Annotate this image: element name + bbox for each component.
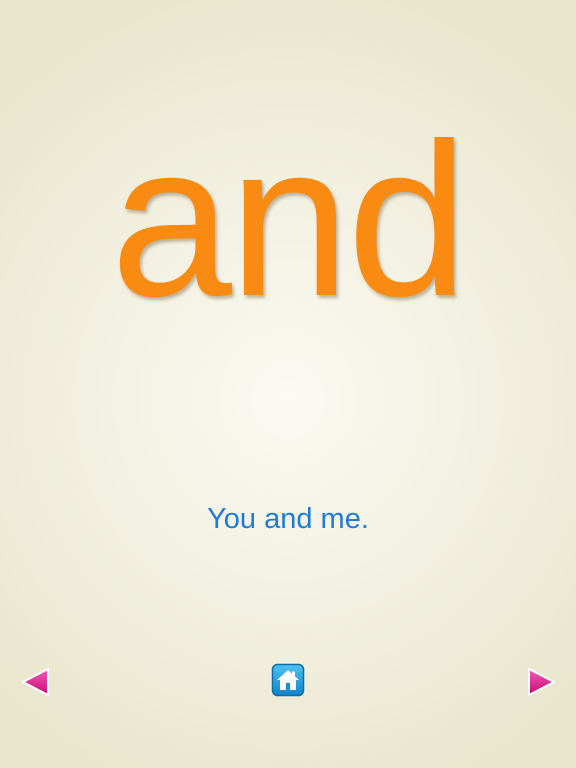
left-arrow-icon	[22, 668, 49, 696]
previous-button[interactable]	[19, 666, 51, 698]
flashcard-screen: and You and me.	[0, 0, 576, 768]
right-arrow-icon	[528, 668, 555, 696]
example-sentence: You and me.	[207, 503, 369, 535]
next-button[interactable]	[526, 666, 558, 698]
sight-word: and	[110, 99, 469, 342]
home-icon	[271, 663, 305, 697]
home-button[interactable]	[271, 663, 305, 697]
